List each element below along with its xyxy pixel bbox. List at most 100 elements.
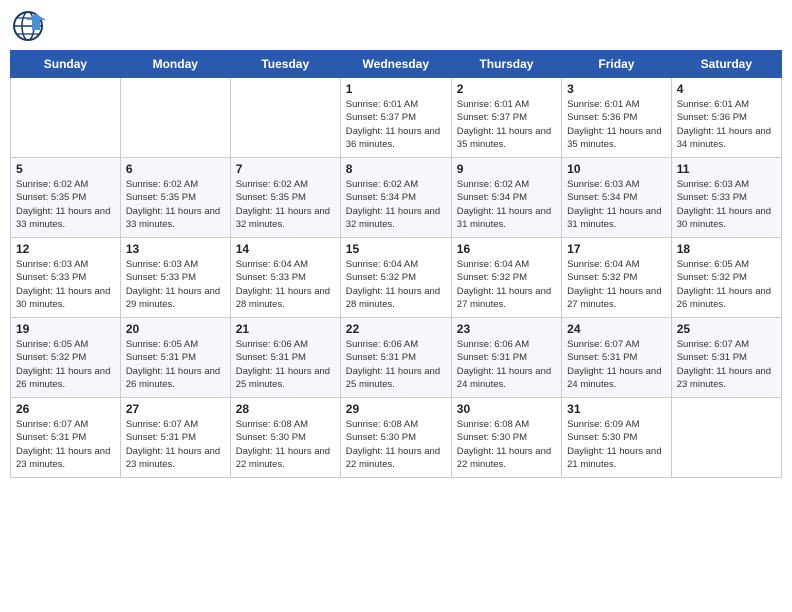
- day-info: Sunrise: 6:05 AM Sunset: 5:32 PM Dayligh…: [16, 338, 115, 391]
- calendar-cell: 21 Sunrise: 6:06 AM Sunset: 5:31 PM Dayli…: [230, 318, 340, 398]
- calendar-cell: 18Sunrise: 6:05 AM Sunset: 5:32 PM Dayli…: [671, 238, 781, 318]
- day-number: 8: [346, 162, 446, 176]
- day-number: 13: [126, 242, 225, 256]
- day-number: 2: [457, 82, 556, 96]
- day-number: 25: [677, 322, 776, 336]
- day-number: 10: [567, 162, 666, 176]
- day-number: 12: [16, 242, 115, 256]
- day-header-friday: Friday: [562, 51, 672, 78]
- day-header-monday: Monday: [120, 51, 230, 78]
- calendar-cell: 28 Sunrise: 6:08 AM Sunset: 5:30 PM Dayli…: [230, 398, 340, 478]
- calendar-cell: 29 Sunrise: 6:08 AM Sunset: 5:30 PM Dayli…: [340, 398, 451, 478]
- day-info: Sunrise: 6:04 AM Sunset: 5:32 PM Dayligh…: [457, 258, 556, 311]
- day-number: 21: [236, 322, 335, 336]
- day-info: Sunrise: 6:02 AM Sunset: 5:35 PM Dayligh…: [16, 178, 115, 231]
- calendar-cell: 19 Sunrise: 6:05 AM Sunset: 5:32 PM Dayli…: [11, 318, 121, 398]
- calendar-cell: 11 Sunrise: 6:03 AM Sunset: 5:33 PM Dayli…: [671, 158, 781, 238]
- day-number: 27: [126, 402, 225, 416]
- calendar-cell: 20Sunrise: 6:05 AM Sunset: 5:31 PM Dayli…: [120, 318, 230, 398]
- day-info: Sunrise: 6:08 AM Sunset: 5:30 PM Dayligh…: [457, 418, 556, 471]
- calendar-cell: 24 Sunrise: 6:07 AM Sunset: 5:31 PM Dayli…: [562, 318, 672, 398]
- day-header-saturday: Saturday: [671, 51, 781, 78]
- day-header-tuesday: Tuesday: [230, 51, 340, 78]
- logo: [10, 10, 48, 42]
- day-header-thursday: Thursday: [451, 51, 561, 78]
- calendar: SundayMondayTuesdayWednesdayThursdayFrid…: [10, 50, 782, 478]
- calendar-cell: 12 Sunrise: 6:03 AM Sunset: 5:33 PM Dayli…: [11, 238, 121, 318]
- day-number: 29: [346, 402, 446, 416]
- day-info: Sunrise: 6:04 AM Sunset: 5:33 PM Dayligh…: [236, 258, 335, 311]
- day-info: Sunrise: 6:07 AM Sunset: 5:31 PM Dayligh…: [126, 418, 225, 471]
- day-info: Sunrise: 6:07 AM Sunset: 5:31 PM Dayligh…: [567, 338, 666, 391]
- calendar-cell: 22 Sunrise: 6:06 AM Sunset: 5:31 PM Dayli…: [340, 318, 451, 398]
- day-number: 31: [567, 402, 666, 416]
- day-number: 11: [677, 162, 776, 176]
- day-info: Sunrise: 6:03 AM Sunset: 5:33 PM Dayligh…: [677, 178, 776, 231]
- day-header-sunday: Sunday: [11, 51, 121, 78]
- day-number: 5: [16, 162, 115, 176]
- day-info: Sunrise: 6:03 AM Sunset: 5:33 PM Dayligh…: [126, 258, 225, 311]
- day-info: Sunrise: 6:05 AM Sunset: 5:31 PM Dayligh…: [126, 338, 225, 391]
- calendar-cell: 30Sunrise: 6:08 AM Sunset: 5:30 PM Dayli…: [451, 398, 561, 478]
- calendar-cell: 15 Sunrise: 6:04 AM Sunset: 5:32 PM Dayli…: [340, 238, 451, 318]
- calendar-cell: 7 Sunrise: 6:02 AM Sunset: 5:35 PM Daylig…: [230, 158, 340, 238]
- day-info: Sunrise: 6:07 AM Sunset: 5:31 PM Dayligh…: [16, 418, 115, 471]
- day-info: Sunrise: 6:01 AM Sunset: 5:37 PM Dayligh…: [346, 98, 446, 151]
- day-info: Sunrise: 6:08 AM Sunset: 5:30 PM Dayligh…: [236, 418, 335, 471]
- calendar-cell: 25 Sunrise: 6:07 AM Sunset: 5:31 PM Dayli…: [671, 318, 781, 398]
- calendar-cell: 5 Sunrise: 6:02 AM Sunset: 5:35 PM Daylig…: [11, 158, 121, 238]
- day-number: 19: [16, 322, 115, 336]
- day-info: Sunrise: 6:07 AM Sunset: 5:31 PM Dayligh…: [677, 338, 776, 391]
- calendar-cell: [671, 398, 781, 478]
- day-info: Sunrise: 6:01 AM Sunset: 5:36 PM Dayligh…: [567, 98, 666, 151]
- day-number: 16: [457, 242, 556, 256]
- day-info: Sunrise: 6:06 AM Sunset: 5:31 PM Dayligh…: [236, 338, 335, 391]
- calendar-cell: 6 Sunrise: 6:02 AM Sunset: 5:35 PM Daylig…: [120, 158, 230, 238]
- day-info: Sunrise: 6:02 AM Sunset: 5:35 PM Dayligh…: [126, 178, 225, 231]
- day-number: 23: [457, 322, 556, 336]
- calendar-cell: 16 Sunrise: 6:04 AM Sunset: 5:32 PM Dayli…: [451, 238, 561, 318]
- day-header-wednesday: Wednesday: [340, 51, 451, 78]
- day-number: 26: [16, 402, 115, 416]
- day-number: 4: [677, 82, 776, 96]
- calendar-cell: 8 Sunrise: 6:02 AM Sunset: 5:34 PM Daylig…: [340, 158, 451, 238]
- calendar-cell: 23 Sunrise: 6:06 AM Sunset: 5:31 PM Dayli…: [451, 318, 561, 398]
- calendar-cell: [120, 78, 230, 158]
- day-info: Sunrise: 6:02 AM Sunset: 5:35 PM Dayligh…: [236, 178, 335, 231]
- day-number: 6: [126, 162, 225, 176]
- day-number: 14: [236, 242, 335, 256]
- calendar-cell: [230, 78, 340, 158]
- day-number: 24: [567, 322, 666, 336]
- day-info: Sunrise: 6:08 AM Sunset: 5:30 PM Dayligh…: [346, 418, 446, 471]
- calendar-cell: 17 Sunrise: 6:04 AM Sunset: 5:32 PM Dayli…: [562, 238, 672, 318]
- day-number: 15: [346, 242, 446, 256]
- calendar-cell: 26 Sunrise: 6:07 AM Sunset: 5:31 PM Dayli…: [11, 398, 121, 478]
- calendar-cell: 2 Sunrise: 6:01 AM Sunset: 5:37 PM Daylig…: [451, 78, 561, 158]
- day-info: Sunrise: 6:03 AM Sunset: 5:34 PM Dayligh…: [567, 178, 666, 231]
- day-info: Sunrise: 6:01 AM Sunset: 5:36 PM Dayligh…: [677, 98, 776, 151]
- calendar-cell: 14 Sunrise: 6:04 AM Sunset: 5:33 PM Dayli…: [230, 238, 340, 318]
- day-number: 7: [236, 162, 335, 176]
- day-info: Sunrise: 6:02 AM Sunset: 5:34 PM Dayligh…: [346, 178, 446, 231]
- day-number: 9: [457, 162, 556, 176]
- day-number: 17: [567, 242, 666, 256]
- calendar-cell: [11, 78, 121, 158]
- calendar-cell: 10 Sunrise: 6:03 AM Sunset: 5:34 PM Dayli…: [562, 158, 672, 238]
- day-info: Sunrise: 6:04 AM Sunset: 5:32 PM Dayligh…: [346, 258, 446, 311]
- calendar-cell: 9Sunrise: 6:02 AM Sunset: 5:34 PM Daylig…: [451, 158, 561, 238]
- day-number: 3: [567, 82, 666, 96]
- day-info: Sunrise: 6:06 AM Sunset: 5:31 PM Dayligh…: [346, 338, 446, 391]
- calendar-cell: 13 Sunrise: 6:03 AM Sunset: 5:33 PM Dayli…: [120, 238, 230, 318]
- header: [10, 10, 782, 42]
- day-number: 22: [346, 322, 446, 336]
- day-info: Sunrise: 6:03 AM Sunset: 5:33 PM Dayligh…: [16, 258, 115, 311]
- day-info: Sunrise: 6:04 AM Sunset: 5:32 PM Dayligh…: [567, 258, 666, 311]
- calendar-cell: 1 Sunrise: 6:01 AM Sunset: 5:37 PM Daylig…: [340, 78, 451, 158]
- day-info: Sunrise: 6:06 AM Sunset: 5:31 PM Dayligh…: [457, 338, 556, 391]
- day-number: 18: [677, 242, 776, 256]
- day-info: Sunrise: 6:01 AM Sunset: 5:37 PM Dayligh…: [457, 98, 556, 151]
- day-number: 28: [236, 402, 335, 416]
- day-number: 1: [346, 82, 446, 96]
- day-info: Sunrise: 6:09 AM Sunset: 5:30 PM Dayligh…: [567, 418, 666, 471]
- calendar-cell: 4 Sunrise: 6:01 AM Sunset: 5:36 PM Daylig…: [671, 78, 781, 158]
